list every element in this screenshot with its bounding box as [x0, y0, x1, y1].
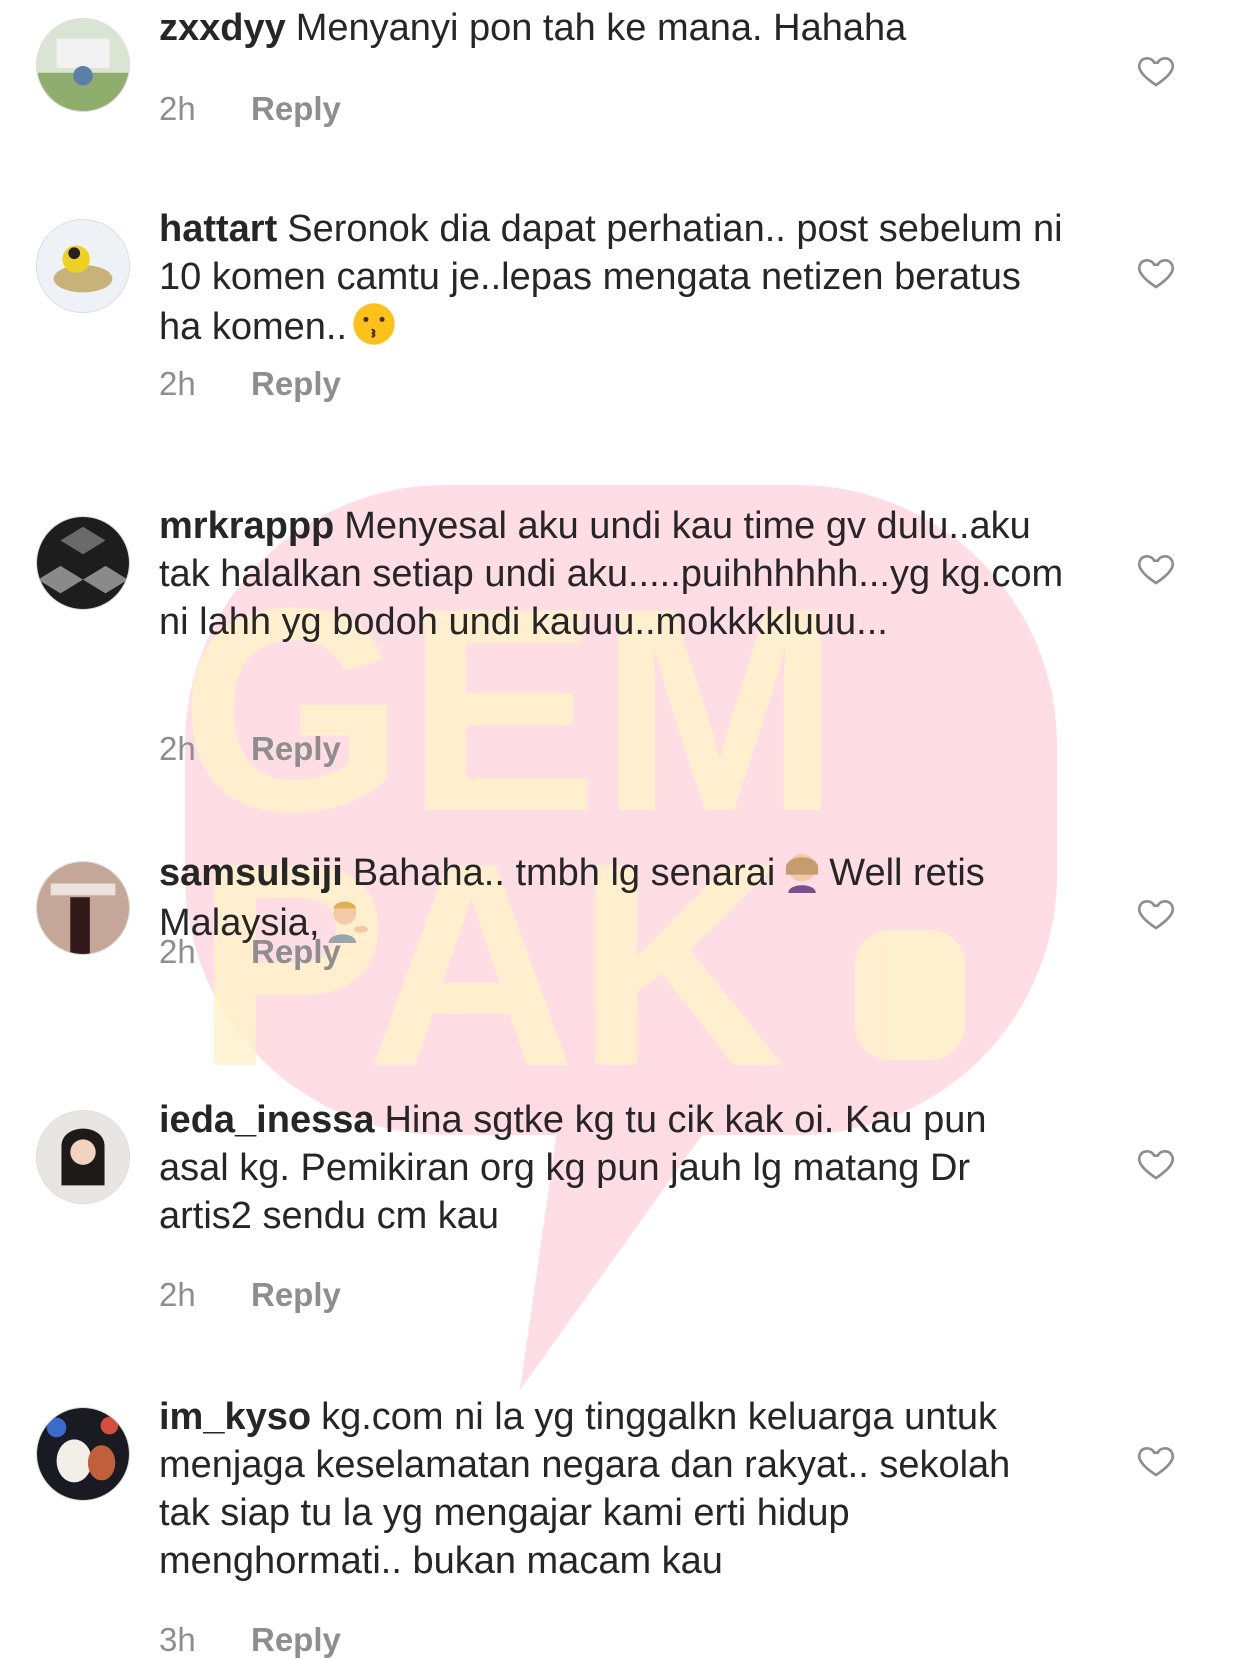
username[interactable]: samsulsiji [159, 852, 343, 894]
reply-button[interactable]: Reply [251, 1621, 341, 1658]
heart-icon[interactable] [1136, 50, 1176, 90]
comment-time: 2h [159, 90, 196, 127]
comment-time: 3h [159, 1621, 196, 1658]
comment-text: mrkrappp Menyesal aku undi kau time gv du… [159, 502, 1064, 646]
woman-getting-massage-emoji [786, 853, 819, 893]
username[interactable]: ieda_inessa [159, 1099, 374, 1141]
comment-meta: 2h Reply [159, 90, 341, 128]
comment-text: zxxdyy Menyanyi pon tah ke mana. Hahaha [159, 4, 1064, 52]
heart-icon[interactable] [1136, 1143, 1176, 1183]
avatar[interactable] [36, 1407, 130, 1501]
comment-time: 2h [159, 1276, 196, 1313]
avatar[interactable] [36, 219, 130, 313]
comment-text: ieda_inessa Hina sgtke kg tu cik kak oi. … [159, 1096, 1064, 1240]
comment-time: 2h [159, 933, 196, 970]
comment-meta: 3h Reply [159, 1621, 341, 1659]
username[interactable]: im_kyso [159, 1396, 311, 1438]
username[interactable]: hattart [159, 208, 277, 250]
reply-button[interactable]: Reply [251, 1276, 341, 1313]
avatar[interactable] [36, 1110, 130, 1204]
comment-time: 2h [159, 730, 196, 767]
comment-text: im_kyso kg.com ni la yg tinggalkn keluarg… [159, 1393, 1064, 1585]
heart-icon[interactable] [1136, 893, 1176, 933]
reply-button[interactable]: Reply [251, 90, 341, 127]
reply-button[interactable]: Reply [251, 365, 341, 402]
comment-meta: 2h Reply [159, 933, 341, 971]
reply-button[interactable]: Reply [251, 730, 341, 767]
username[interactable]: mrkrappp [159, 505, 334, 547]
comment-text: hattart Seronok dia dapat perhatian.. pos… [159, 205, 1064, 351]
comment-body: Seronok dia dapat perhatian.. post sebel… [159, 208, 1063, 348]
comment-text: samsulsiji Bahaha.. tmbh lg senarai Well r… [159, 847, 1064, 947]
comment-meta: 2h Reply [159, 730, 341, 768]
heart-icon[interactable] [1136, 548, 1176, 588]
heart-icon[interactable] [1136, 1440, 1176, 1480]
heart-icon[interactable] [1136, 252, 1176, 292]
comment-meta: 2h Reply [159, 365, 341, 403]
avatar[interactable] [36, 861, 130, 955]
kissing-face-emoji [353, 303, 395, 345]
comment-meta: 2h Reply [159, 1276, 341, 1314]
comment-time: 2h [159, 365, 196, 402]
comment-body-a: Bahaha.. tmbh lg senarai [352, 852, 776, 894]
reply-button[interactable]: Reply [251, 933, 341, 970]
avatar[interactable] [36, 18, 130, 112]
comment-body: Menyanyi pon tah ke mana. Hahaha [295, 7, 907, 49]
avatar[interactable] [36, 516, 130, 610]
username[interactable]: zxxdyy [159, 7, 286, 49]
